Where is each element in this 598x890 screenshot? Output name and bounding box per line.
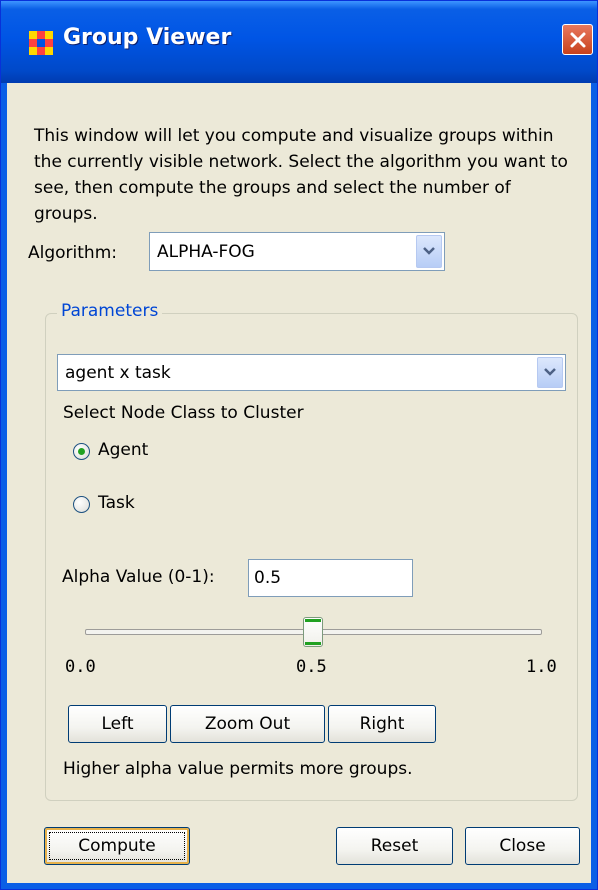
node-class-label: Select Node Class to Cluster [63, 403, 304, 423]
description-text: This window will let you compute and vis… [34, 126, 568, 224]
zoom-out-button[interactable]: Zoom Out [170, 705, 325, 743]
radio-button-task[interactable] [73, 496, 90, 513]
alpha-hint-text: Higher alpha value permits more groups. [63, 759, 413, 779]
window-title: Group Viewer [63, 25, 232, 50]
alpha-value-input[interactable] [249, 560, 412, 596]
alpha-value-field[interactable] [248, 559, 413, 597]
radio-label-agent: Agent [98, 440, 149, 460]
chevron-down-icon [544, 368, 556, 376]
slider-max-label: 1.0 [526, 657, 557, 677]
algorithm-dropdown-button[interactable] [416, 235, 442, 268]
dialog-body: This window will let you compute and vis… [7, 83, 591, 883]
slider-thumb-grip [305, 642, 321, 645]
network-value: agent x task [65, 362, 171, 383]
radio-button-agent[interactable] [73, 443, 90, 460]
app-grid-icon [29, 31, 53, 55]
network-dropdown-button[interactable] [537, 357, 563, 388]
alpha-slider-thumb[interactable] [303, 617, 323, 647]
window-frame-right [591, 83, 597, 889]
close-button[interactable]: Close [465, 827, 580, 865]
chevron-down-icon [423, 247, 435, 255]
network-select[interactable]: agent x task [57, 354, 566, 391]
compute-button[interactable]: Compute [44, 827, 190, 865]
close-window-button[interactable] [562, 24, 593, 55]
reset-button[interactable]: Reset [336, 827, 453, 865]
radio-selected-dot [78, 448, 85, 455]
radio-agent[interactable]: Agent [73, 439, 233, 465]
focus-ring [49, 832, 185, 860]
radio-task[interactable]: Task [73, 492, 233, 518]
slider-mid-label: 0.5 [296, 657, 327, 677]
algorithm-label: Algorithm: [28, 243, 117, 263]
close-icon [570, 32, 585, 47]
slider-thumb-grip [305, 619, 321, 622]
window-frame-bottom [1, 883, 597, 889]
right-button[interactable]: Right [328, 705, 436, 743]
parameters-title: Parameters [57, 301, 163, 321]
left-button[interactable]: Left [68, 705, 167, 743]
title-bar[interactable]: Group Viewer [1, 1, 597, 83]
group-viewer-window: Group Viewer This window will let you co… [0, 0, 598, 890]
alpha-value-label: Alpha Value (0-1): [62, 567, 215, 587]
slider-min-label: 0.0 [65, 657, 96, 677]
algorithm-select[interactable]: ALPHA-FOG [149, 232, 445, 271]
algorithm-value: ALPHA-FOG [157, 241, 255, 262]
radio-label-task: Task [98, 493, 135, 513]
